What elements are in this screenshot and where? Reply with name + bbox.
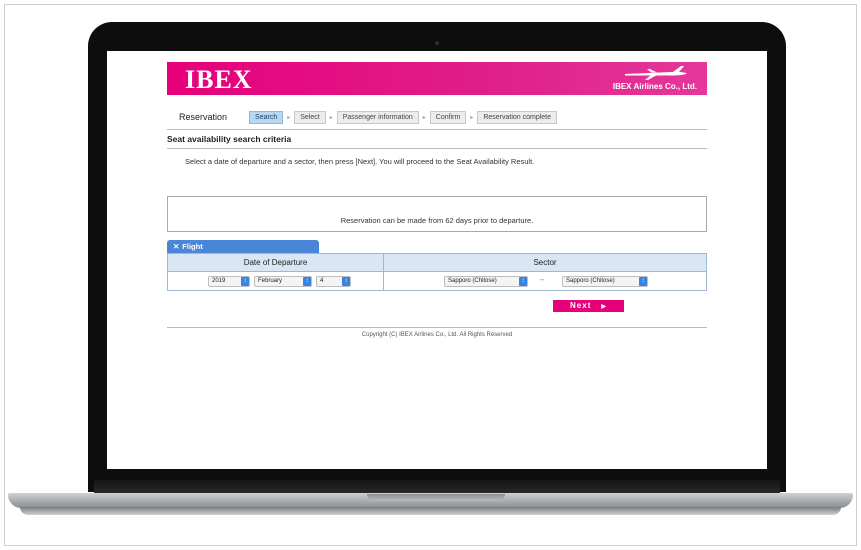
laptop-base-shadow bbox=[20, 507, 841, 515]
laptop-notch bbox=[367, 494, 505, 501]
laptop-screen: IBEX IBEX Airlines Co., Ltd. Reservation… bbox=[107, 51, 767, 469]
next-button-label: Next bbox=[570, 301, 592, 310]
next-button[interactable]: Next ▶ bbox=[553, 300, 624, 312]
step-confirm[interactable]: Confirm bbox=[429, 110, 467, 124]
divider bbox=[167, 327, 707, 328]
select-arrow-icon: ↕ bbox=[303, 277, 311, 286]
select-arrow-icon: ↕ bbox=[519, 277, 527, 286]
step-separator-icon: ▸ bbox=[470, 114, 474, 121]
header-sector: Sector bbox=[384, 254, 706, 271]
site-banner: IBEX IBEX Airlines Co., Ltd. bbox=[167, 62, 707, 95]
right-arrow-icon: → bbox=[538, 276, 545, 283]
flight-search-table: Date of Departure Sector 2019 ↕ February… bbox=[167, 253, 707, 291]
header-date-of-departure: Date of Departure bbox=[168, 254, 384, 271]
steps-label: Reservation bbox=[179, 112, 228, 122]
divider bbox=[167, 148, 707, 149]
day-value: 4 bbox=[320, 278, 324, 284]
notice-text: Reservation can be made from 62 days pri… bbox=[340, 216, 534, 225]
step-separator-icon: ▸ bbox=[422, 114, 426, 121]
step-search[interactable]: Search bbox=[249, 110, 284, 124]
sector-cell: Sapporo (Chitose) ↕ → Sapporo (Chitose) … bbox=[384, 271, 706, 291]
year-value: 2019 bbox=[212, 278, 226, 284]
select-arrow-icon: ↕ bbox=[639, 277, 647, 286]
laptop-hinge bbox=[94, 480, 780, 494]
tab-flight-label: Flight bbox=[182, 242, 203, 251]
month-value: February bbox=[258, 278, 283, 284]
year-select[interactable]: 2019 ↕ bbox=[208, 276, 250, 287]
section-title: Seat availability search criteria bbox=[167, 134, 292, 144]
camera-icon bbox=[435, 41, 439, 45]
day-select[interactable]: 4 ↕ bbox=[316, 276, 351, 287]
step-separator-icon: ▸ bbox=[329, 114, 333, 121]
select-arrow-icon: ↕ bbox=[241, 277, 249, 286]
step-reservation-complete[interactable]: Reservation complete bbox=[477, 110, 558, 124]
departure-airport-select[interactable]: Sapporo (Chitose) ↕ bbox=[444, 276, 528, 287]
close-icon: ✕ bbox=[173, 242, 180, 251]
arrival-airport-value: Sapporo (Chitose) bbox=[566, 278, 615, 284]
airplane-icon bbox=[625, 66, 687, 80]
copyright-text: Copyright (C) IBEX Airlines Co., Ltd. Al… bbox=[361, 332, 513, 338]
company-name: IBEX Airlines Co., Ltd. bbox=[612, 82, 697, 91]
tab-flight[interactable]: ✕ Flight bbox=[167, 240, 319, 253]
ibex-logo[interactable]: IBEX bbox=[185, 65, 253, 95]
date-cell: 2019 ↕ February ↕ 4 ↕ bbox=[168, 271, 384, 291]
step-select[interactable]: Select bbox=[294, 110, 326, 124]
step-passenger-information[interactable]: Passenger information bbox=[336, 110, 419, 124]
month-select[interactable]: February ↕ bbox=[254, 276, 312, 287]
select-arrow-icon: ↕ bbox=[342, 277, 350, 286]
instruction-text: Select a date of departure and a sector,… bbox=[185, 157, 535, 166]
departure-airport-value: Sapporo (Chitose) bbox=[448, 278, 497, 284]
notice-box: Reservation can be made from 62 days pri… bbox=[167, 196, 707, 232]
step-separator-icon: ▸ bbox=[287, 114, 291, 121]
arrival-airport-select[interactable]: Sapporo (Chitose) ↕ bbox=[562, 276, 648, 287]
divider bbox=[167, 129, 707, 130]
play-icon: ▶ bbox=[601, 304, 607, 310]
reservation-steps: Reservation Search ▸ Select ▸ Passenger … bbox=[179, 110, 558, 124]
